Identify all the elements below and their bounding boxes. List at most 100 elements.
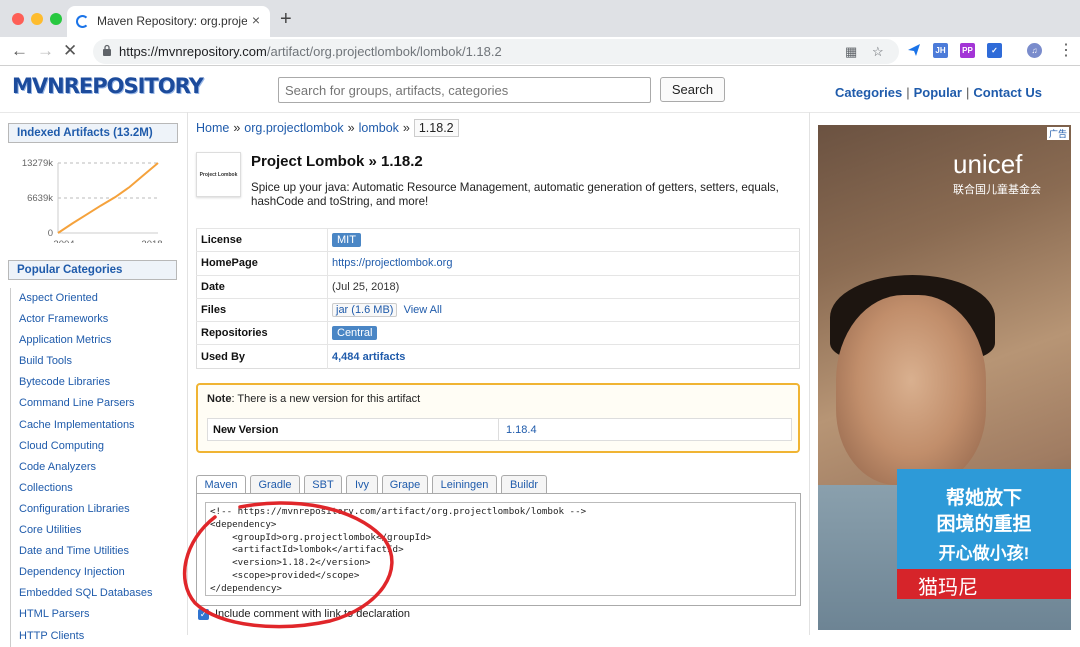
unicef-logo: unicef (953, 149, 1023, 179)
ad-line-3: 开心做小孩! (938, 544, 1030, 563)
search-input[interactable] (278, 77, 651, 103)
license-badge[interactable]: MIT (332, 233, 361, 248)
popular-categories-title[interactable]: Popular Categories (8, 260, 177, 280)
project-title: Project Lombok » 1.18.2 (251, 153, 423, 170)
homepage-label: HomePage (196, 251, 328, 276)
forward-arrow-icon[interactable]: → (37, 41, 54, 61)
used-by-link[interactable]: 4,484 artifacts (332, 351, 405, 363)
mvnrepository-logo[interactable]: MVNREPOSITORY (12, 74, 204, 98)
used-by-label: Used By (196, 344, 328, 369)
tab-buildr[interactable]: Buildr (501, 475, 547, 494)
back-arrow-icon[interactable]: ← (11, 41, 28, 61)
snippet-panel: <!-- https://mvnrepository.com/artifact/… (196, 493, 801, 606)
category-link[interactable]: Cloud Computing (19, 436, 153, 457)
artifact-info-table: License MIT HomePage https://projectlombok… (196, 227, 800, 369)
jar-download-link[interactable]: jar (1.6 MB) (332, 303, 398, 318)
sidebar: Indexed Artifacts (13.2M) 13279k6639k020… (8, 123, 178, 280)
profile-avatar[interactable]: ♫ (1027, 43, 1042, 58)
category-link[interactable]: HTML Parsers (19, 604, 153, 625)
contact-us-link[interactable]: Contact Us (973, 85, 1042, 100)
category-link[interactable]: Bytecode Libraries (19, 372, 153, 393)
nav-separator: | (965, 85, 970, 100)
table-row: Files jar (1.6 MB) View All (196, 297, 800, 322)
tab-leiningen[interactable]: Leiningen (432, 475, 497, 494)
homepage-link[interactable]: https://projectlombok.org (332, 257, 452, 269)
note-message: : There is a new version for this artifa… (231, 393, 421, 405)
table-row: HomePage https://projectlombok.org (196, 251, 800, 276)
tab-ivy[interactable]: Ivy (346, 475, 378, 494)
category-link[interactable]: Configuration Libraries (19, 499, 153, 520)
chart-y-tick-label: 0 (48, 228, 53, 239)
search-button[interactable]: Search (660, 77, 725, 102)
category-link[interactable]: Embedded SQL Databases (19, 583, 153, 604)
table-row: Used By 4,484 artifacts (196, 344, 800, 369)
send-extension-icon[interactable] (907, 43, 921, 57)
tab-gradle[interactable]: Gradle (250, 475, 300, 494)
advertisement[interactable]: 广告 unicef 联合国儿童基金会 帮她放下 困境的重担 开心做小孩! 猫玛尼 (818, 125, 1071, 630)
tab-maven[interactable]: Maven (196, 475, 246, 495)
include-comment-label: Include comment with link to declaration (215, 608, 411, 620)
breadcrumb-home[interactable]: Home (196, 121, 229, 135)
project-logo: Project Lombok (196, 152, 241, 197)
loading-spinner-icon (76, 15, 89, 28)
include-comment-checkbox[interactable]: ✓ (198, 609, 209, 620)
tab-sbt[interactable]: SBT (304, 475, 342, 494)
category-link[interactable]: Application Metrics (19, 330, 153, 351)
unicef-cn-name: 联合国儿童基金会 (953, 184, 1041, 196)
minimize-window-button[interactable] (31, 13, 43, 25)
browser-tab[interactable]: Maven Repository: org.projectlombok × (67, 6, 270, 37)
view-all-link[interactable]: View All (404, 304, 442, 316)
close-window-button[interactable] (12, 13, 24, 25)
browser-tabstrip: Maven Repository: org.projectlombok × + (0, 0, 1080, 37)
maximize-window-button[interactable] (50, 13, 62, 25)
license-label: License (196, 227, 328, 252)
category-link[interactable]: HTTP Clients (19, 626, 153, 647)
category-link[interactable]: Core Utilities (19, 520, 153, 541)
browser-menu-icon[interactable]: ⋮ (1058, 40, 1074, 60)
category-link[interactable]: Code Analyzers (19, 457, 153, 478)
category-link[interactable]: Actor Frameworks (19, 309, 153, 330)
table-row: Date (Jul 25, 2018) (196, 274, 800, 299)
categories-link[interactable]: Categories (835, 85, 902, 100)
new-version-link[interactable]: 1.18.4 (506, 424, 537, 436)
repositories-label: Repositories (196, 321, 328, 345)
project-description: Spice up your java: Automatic Resource M… (251, 181, 779, 208)
lock-icon (103, 44, 111, 56)
central-badge[interactable]: Central (332, 326, 378, 341)
breadcrumb-artifact[interactable]: lombok (359, 121, 399, 135)
wechat-watermark: 猫玛尼 (918, 577, 978, 599)
category-link[interactable]: Cache Implementations (19, 415, 153, 436)
note-bold: Note (207, 393, 232, 405)
pocket-extension-icon[interactable]: ✓ (987, 43, 1002, 58)
category-link[interactable]: Date and Time Utilities (19, 541, 153, 562)
address-bar[interactable]: https://mvnrepository.com/artifact/org.p… (93, 39, 899, 64)
chart-y-tick-label: 6639k (27, 193, 53, 204)
bookmark-star-icon[interactable]: ☆ (872, 44, 884, 60)
category-link[interactable]: Collections (19, 478, 153, 499)
ad-line-2: 困境的重担 (936, 514, 1032, 535)
translate-icon[interactable]: ▦ (845, 44, 857, 60)
new-tab-button[interactable]: + (280, 8, 292, 31)
ad-tag: 广告 (1046, 127, 1069, 140)
category-link[interactable]: Build Tools (19, 351, 153, 372)
popular-link[interactable]: Popular (914, 85, 962, 100)
dependency-snippet[interactable]: <!-- https://mvnrepository.com/artifact/… (205, 502, 796, 596)
breadcrumb-group[interactable]: org.projectlombok (244, 121, 343, 135)
tab-close-icon[interactable]: × (252, 12, 260, 28)
category-link[interactable]: Aspect Oriented (19, 288, 153, 309)
new-version-note: Note: There is a new version for this ar… (196, 383, 800, 453)
indexed-artifacts-title[interactable]: Indexed Artifacts (13.2M) (8, 123, 178, 143)
breadcrumb-sep: » (402, 121, 410, 135)
chart-y-tick-label: 13279k (22, 158, 53, 169)
category-link[interactable]: Dependency Injection (19, 562, 153, 583)
breadcrumb-sep: » (233, 121, 241, 135)
stop-loading-icon[interactable]: ✕ (63, 41, 77, 61)
category-link[interactable]: Command Line Parsers (19, 393, 153, 414)
tab-grape[interactable]: Grape (382, 475, 428, 494)
breadcrumb-version: 1.18.2 (413, 119, 459, 137)
nav-separator: | (906, 85, 910, 100)
new-version-table: New Version 1.18.4 (207, 418, 792, 441)
jh-extension-icon[interactable]: JH (933, 43, 948, 58)
new-version-label: New Version (213, 424, 279, 436)
pp-extension-icon[interactable]: PP (960, 43, 975, 58)
